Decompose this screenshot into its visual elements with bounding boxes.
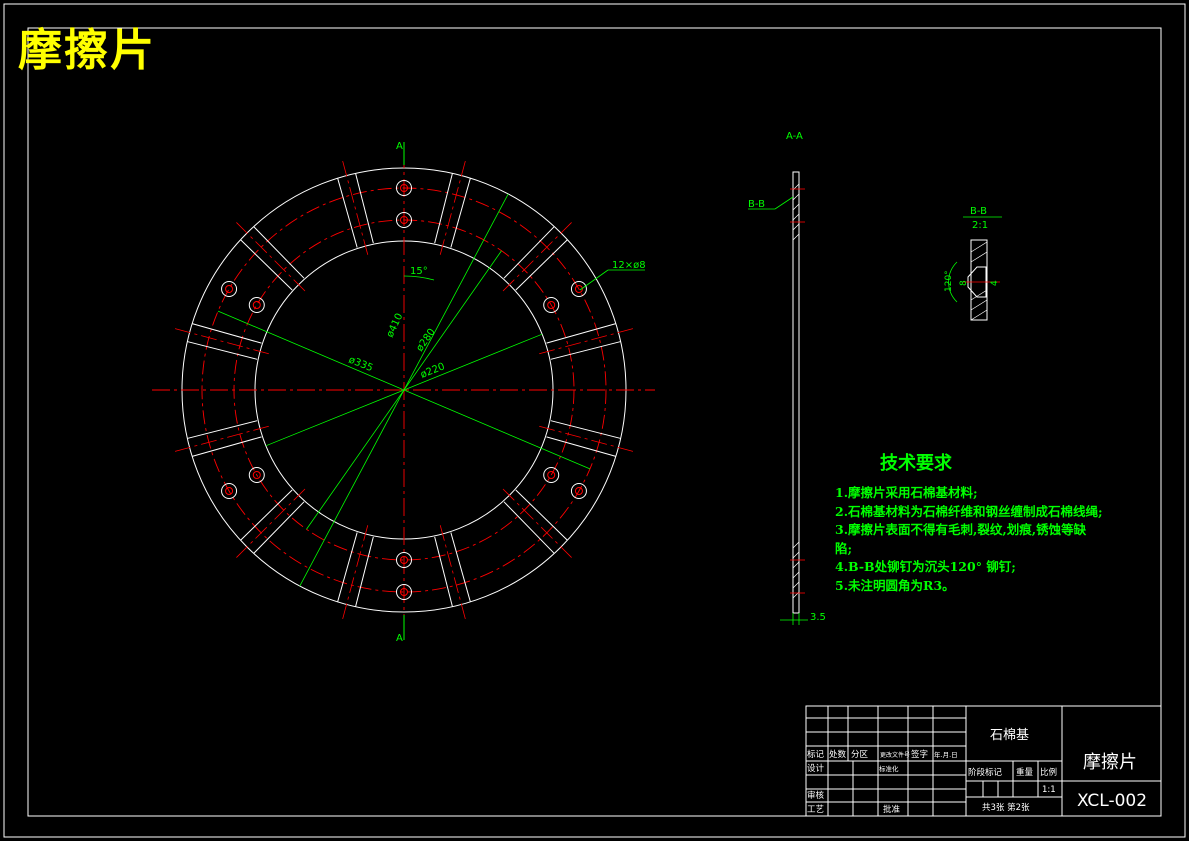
- drawing-title: 摩擦片: [18, 25, 156, 76]
- tb-change: 更改文件号: [880, 751, 910, 759]
- rivet-hole: [543, 467, 560, 483]
- note-line: 1.摩擦片采用石棉基材料;: [835, 485, 978, 500]
- note-line: 5.未注明圆角为R3。: [835, 577, 955, 593]
- tb-mark: 标记: [807, 749, 825, 760]
- dim-text-15: 15°: [410, 266, 428, 277]
- dim-text-d220: ø220: [419, 361, 447, 381]
- tb-material: 石棉基: [990, 728, 1029, 743]
- section-aa-view: A-A B-B 3.5: [748, 131, 826, 625]
- groove-edge: [355, 173, 374, 244]
- rivet-hole-center: [252, 301, 261, 309]
- tb-part-name: 摩擦片: [1083, 752, 1137, 773]
- groove-edge: [550, 420, 621, 439]
- groove-edge: [503, 501, 555, 554]
- groove-edge: [515, 239, 568, 291]
- detail-bb-body: [970, 239, 988, 321]
- detail-bb-scale: 2:1: [972, 220, 988, 231]
- groove-edge: [240, 239, 293, 291]
- tb-ratio: 比例: [1040, 767, 1057, 778]
- note-line: 陷;: [835, 540, 853, 556]
- tb-design: 设计: [807, 763, 825, 774]
- groove-edge: [450, 178, 471, 248]
- tb-date: 年.月.日: [934, 750, 958, 759]
- section-aa-hatch-bottom: [792, 541, 800, 599]
- tb-zone: 分区: [851, 750, 869, 760]
- technical-requirements: 技术要求 1.摩擦片采用石棉基材料; 2.石棉基材料为石棉纤维和钢丝缠制成石棉线…: [835, 449, 1103, 595]
- dim-text-d280: ø280: [414, 327, 437, 354]
- groove-edge: [240, 489, 293, 541]
- groove-edge: [337, 178, 358, 248]
- groove-centerline: [502, 488, 574, 560]
- tb-weight: 重量: [1016, 767, 1034, 778]
- groove-edge: [192, 436, 262, 457]
- note-line: 3.摩擦片表面不得有毛刺,裂纹,划痕,锈蚀等缺: [835, 522, 1087, 537]
- note-line: 2.石棉基材料为石棉纤维和钢丝缠制成石棉线绳;: [835, 503, 1103, 519]
- groove-edge: [187, 341, 258, 360]
- groove-edge: [450, 532, 471, 602]
- tb-scale-value: 1:1: [1042, 785, 1056, 795]
- notes-heading: 技术要求: [880, 453, 952, 474]
- rivet-hole: [248, 297, 265, 313]
- tb-drawing-no: XCL-002: [1077, 791, 1147, 811]
- note-line: 4.B-B处铆钉为沉头120° 铆钉;: [835, 559, 1016, 574]
- tb-count: 处数: [829, 749, 847, 760]
- plan-view: ø410ø335ø280ø22015°12×ø8AA: [152, 141, 655, 644]
- tb-process: 工艺: [807, 805, 824, 815]
- section-marker-top: A: [396, 141, 403, 152]
- section-aa-label: A-A: [786, 131, 803, 142]
- detail-bb-view: B-B 2:1 120° 8 4: [944, 206, 1002, 321]
- dim-text-holes: 12×ø8: [612, 260, 646, 271]
- tb-sheets: 共3张 第2张: [982, 802, 1030, 813]
- drawing-canvas: ø410ø335ø280ø22015°12×ø8AA A-A B-B 3.5 B…: [3, 3, 1186, 838]
- groove-edge: [515, 489, 568, 541]
- thickness-dim: 3.5: [810, 612, 826, 623]
- groove-edge: [546, 323, 616, 344]
- tb-review: 审核: [807, 790, 825, 801]
- groove-edge: [337, 532, 358, 602]
- groove-edge: [253, 501, 305, 554]
- inner-frame: [27, 27, 1162, 817]
- groove-edge: [434, 536, 453, 607]
- rivet-depth: 4: [990, 280, 1000, 286]
- section-aa-hatch-top: [792, 183, 800, 241]
- section-marker-bottom: A: [396, 633, 403, 644]
- groove-edge: [434, 173, 453, 244]
- groove-edge: [253, 226, 305, 279]
- groove-edge: [355, 536, 374, 607]
- groove-edge: [187, 420, 258, 439]
- bb-callout-label: B-B: [748, 199, 765, 210]
- tb-sign: 签字: [911, 749, 928, 760]
- rivet-dia: 8: [959, 280, 969, 286]
- dim-text-d410: ø410: [385, 312, 406, 340]
- outer-frame: [3, 3, 1186, 838]
- groove-edge: [546, 436, 616, 457]
- tb-approve: 批准: [883, 804, 901, 815]
- groove-edge: [192, 323, 262, 344]
- groove-edge: [503, 226, 555, 279]
- rivet-hole: [221, 281, 238, 297]
- groove-centerline: [502, 220, 574, 292]
- hole-leader: [579, 269, 609, 291]
- rivet-hole-center: [225, 285, 234, 293]
- groove-centerline: [234, 488, 306, 560]
- rivet-hole-center: [547, 471, 556, 479]
- tb-standard: 标准化: [879, 764, 899, 773]
- groove-centerline: [234, 220, 306, 292]
- detail-bb-label: B-B: [970, 206, 987, 217]
- groove-edge: [550, 341, 621, 360]
- tb-stage: 阶段标记: [968, 767, 1003, 778]
